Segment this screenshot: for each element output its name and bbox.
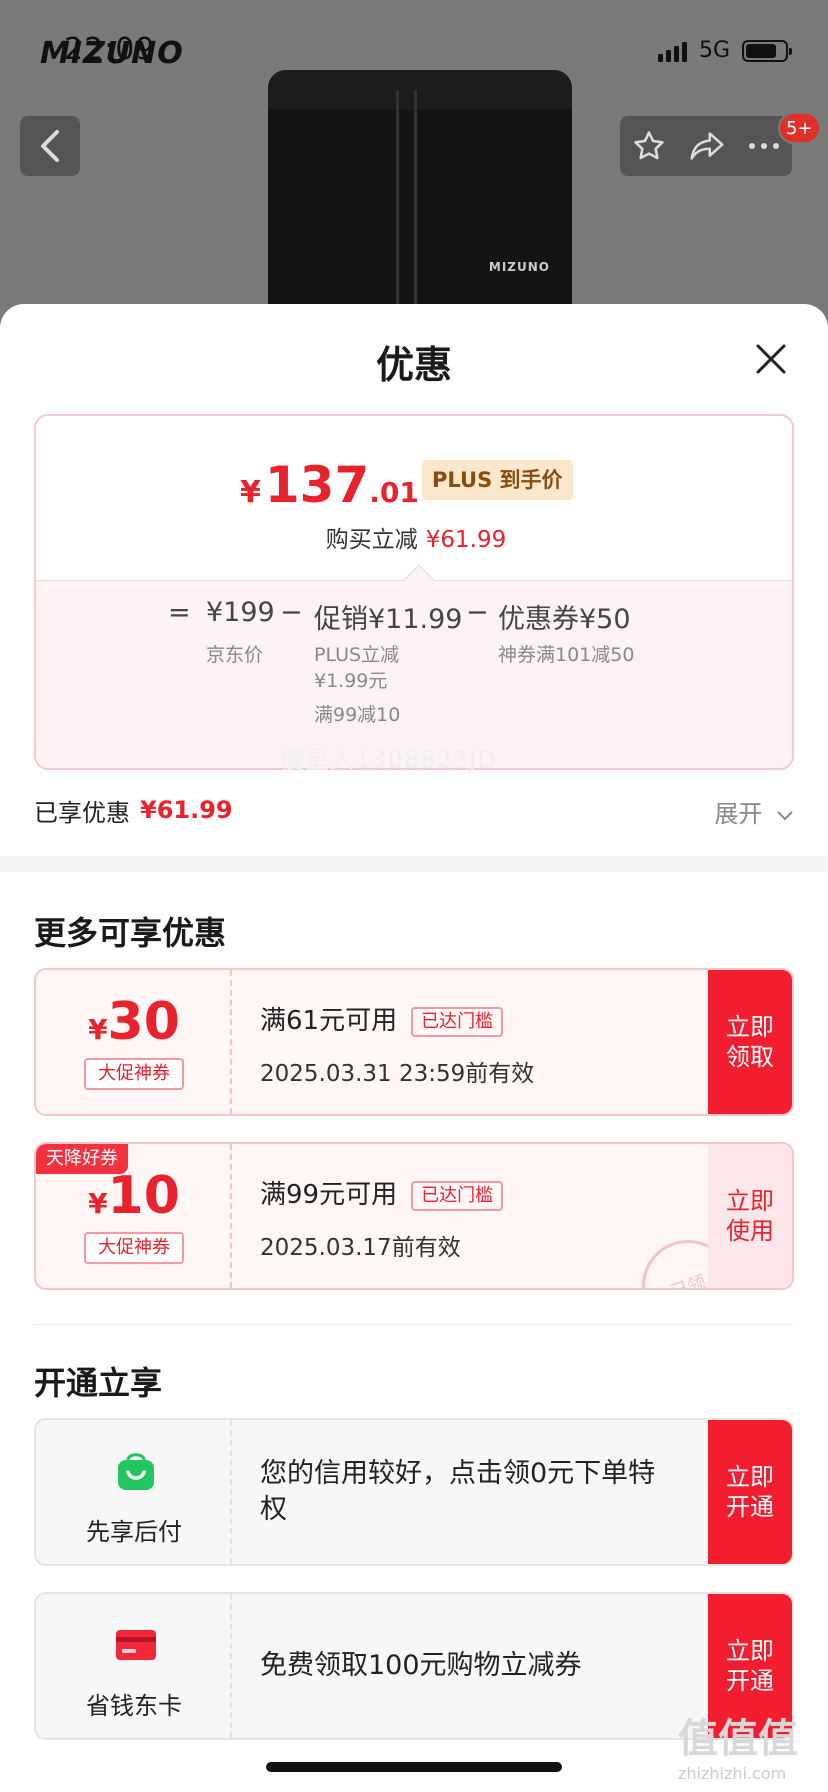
more-icon[interactable] xyxy=(748,141,780,151)
share-icon[interactable] xyxy=(689,130,725,162)
network-label: 5G xyxy=(698,38,730,63)
battery-icon xyxy=(742,39,792,62)
coupon-corner-tag: 天降好券 xyxy=(36,1144,128,1174)
product-image-area: MIZUNO MIZUNO 22:09 5G 5+ xyxy=(0,0,828,330)
coupon-kind: 大促神券 xyxy=(84,1232,184,1264)
final-price: ¥ 137 .01 xyxy=(240,456,419,514)
home-indicator[interactable] xyxy=(266,1762,562,1772)
equals-sign: = xyxy=(168,597,191,628)
coupon-amount: 优惠券¥50 xyxy=(498,604,631,635)
coupon-validity: 2025.03.31 23:59前有效 xyxy=(260,1061,535,1087)
card-icon xyxy=(116,1630,156,1660)
back-button[interactable] xyxy=(20,116,80,176)
minus-sign: − xyxy=(280,597,303,628)
coupon-value: ¥30 xyxy=(88,992,180,1052)
feature-card: 先享后付 您的信用较好，点击领0元下单特权 立即开通 xyxy=(34,1418,794,1566)
expand-toggle[interactable]: 展开 xyxy=(714,794,794,829)
feature-label: 省钱东卡 xyxy=(86,1692,182,1720)
saved-value: ¥61.99 xyxy=(140,796,233,824)
chevron-down-icon xyxy=(777,811,793,821)
use-coupon-button[interactable]: 立即使用 xyxy=(708,1144,792,1288)
shopping-bag-icon xyxy=(118,1453,154,1490)
coupon-kind: 大促神券 xyxy=(84,1058,184,1090)
promo-plus-label: PLUS立减 xyxy=(314,644,400,666)
sheet-title: 优惠 xyxy=(375,343,452,387)
feature-description: 免费领取100元购物立减券 xyxy=(260,1650,582,1681)
product-image: MIZUNO xyxy=(268,70,572,330)
more-offers-title: 更多可享优惠 xyxy=(34,914,227,952)
saved-discount-row: 已享优惠 ¥61.99 展开 xyxy=(34,790,794,830)
feature-label: 先享后付 xyxy=(86,1518,182,1546)
user-watermark: 慢星人1308823JD xyxy=(280,746,497,774)
brand-logo: MIZUNO 22:09 xyxy=(40,32,184,71)
base-price: ¥199 xyxy=(206,597,275,628)
discount-sheet: 优惠 ¥ 137 .01 PLUS 到手价 购买立减 ¥61.99 = ¥199 … xyxy=(0,304,828,1792)
status-time: 22:09 xyxy=(64,32,156,67)
chevron-left-icon xyxy=(41,130,59,162)
message-count-badge: 5+ xyxy=(778,112,821,144)
promo-amount: 促销¥11.99 xyxy=(314,604,463,635)
price-breakdown-card: ¥ 137 .01 PLUS 到手价 购买立减 ¥61.99 = ¥199 京东价… xyxy=(34,414,794,770)
promo-plus-value: ¥1.99元 xyxy=(314,670,388,692)
close-icon xyxy=(756,344,786,374)
instant-discount: 购买立减 ¥61.99 xyxy=(325,527,507,553)
top-action-group xyxy=(620,116,792,176)
threshold-tag: 已达门槛 xyxy=(411,1180,504,1211)
claim-coupon-button[interactable]: 立即领取 xyxy=(708,970,792,1114)
coupon-value: ¥10 xyxy=(88,1166,180,1226)
close-button[interactable] xyxy=(752,340,790,378)
base-price-label: 京东价 xyxy=(206,644,264,666)
coupon-card: ¥10 大促神券 天降好券 满99元可用 已达门槛 2025.03.17前有效 已… xyxy=(34,1142,794,1290)
promo-full-reduction: 满99减10 xyxy=(314,704,401,726)
coupon-validity: 2025.03.17前有效 xyxy=(260,1235,461,1261)
coupon-condition: 满99元可用 已达门槛 xyxy=(260,1174,504,1211)
coupon-label: 神券满101减50 xyxy=(498,644,635,666)
status-bar: 5G xyxy=(657,38,792,63)
signal-icon xyxy=(657,40,687,62)
plus-price-tag: PLUS 到手价 xyxy=(422,460,573,500)
site-watermark: 值值值 zhizhizhi.com xyxy=(678,1716,798,1783)
star-icon[interactable] xyxy=(632,129,666,163)
open-enjoy-title: 开通立享 xyxy=(34,1364,163,1402)
product-logo: MIZUNO xyxy=(488,260,550,274)
activate-pay-later-button[interactable]: 立即开通 xyxy=(708,1420,792,1564)
saved-label: 已享优惠 xyxy=(34,798,130,827)
section-divider xyxy=(34,1324,794,1325)
coupon-condition: 满61元可用 已达门槛 xyxy=(260,1000,504,1037)
threshold-tag: 已达门槛 xyxy=(411,1006,504,1037)
minus-sign: − xyxy=(466,597,489,628)
feature-description: 您的信用较好，点击领0元下单特权 xyxy=(260,1458,656,1525)
coupon-card: ¥30 大促神券 满61元可用 已达门槛 2025.03.31 23:59前有效 … xyxy=(34,968,794,1116)
